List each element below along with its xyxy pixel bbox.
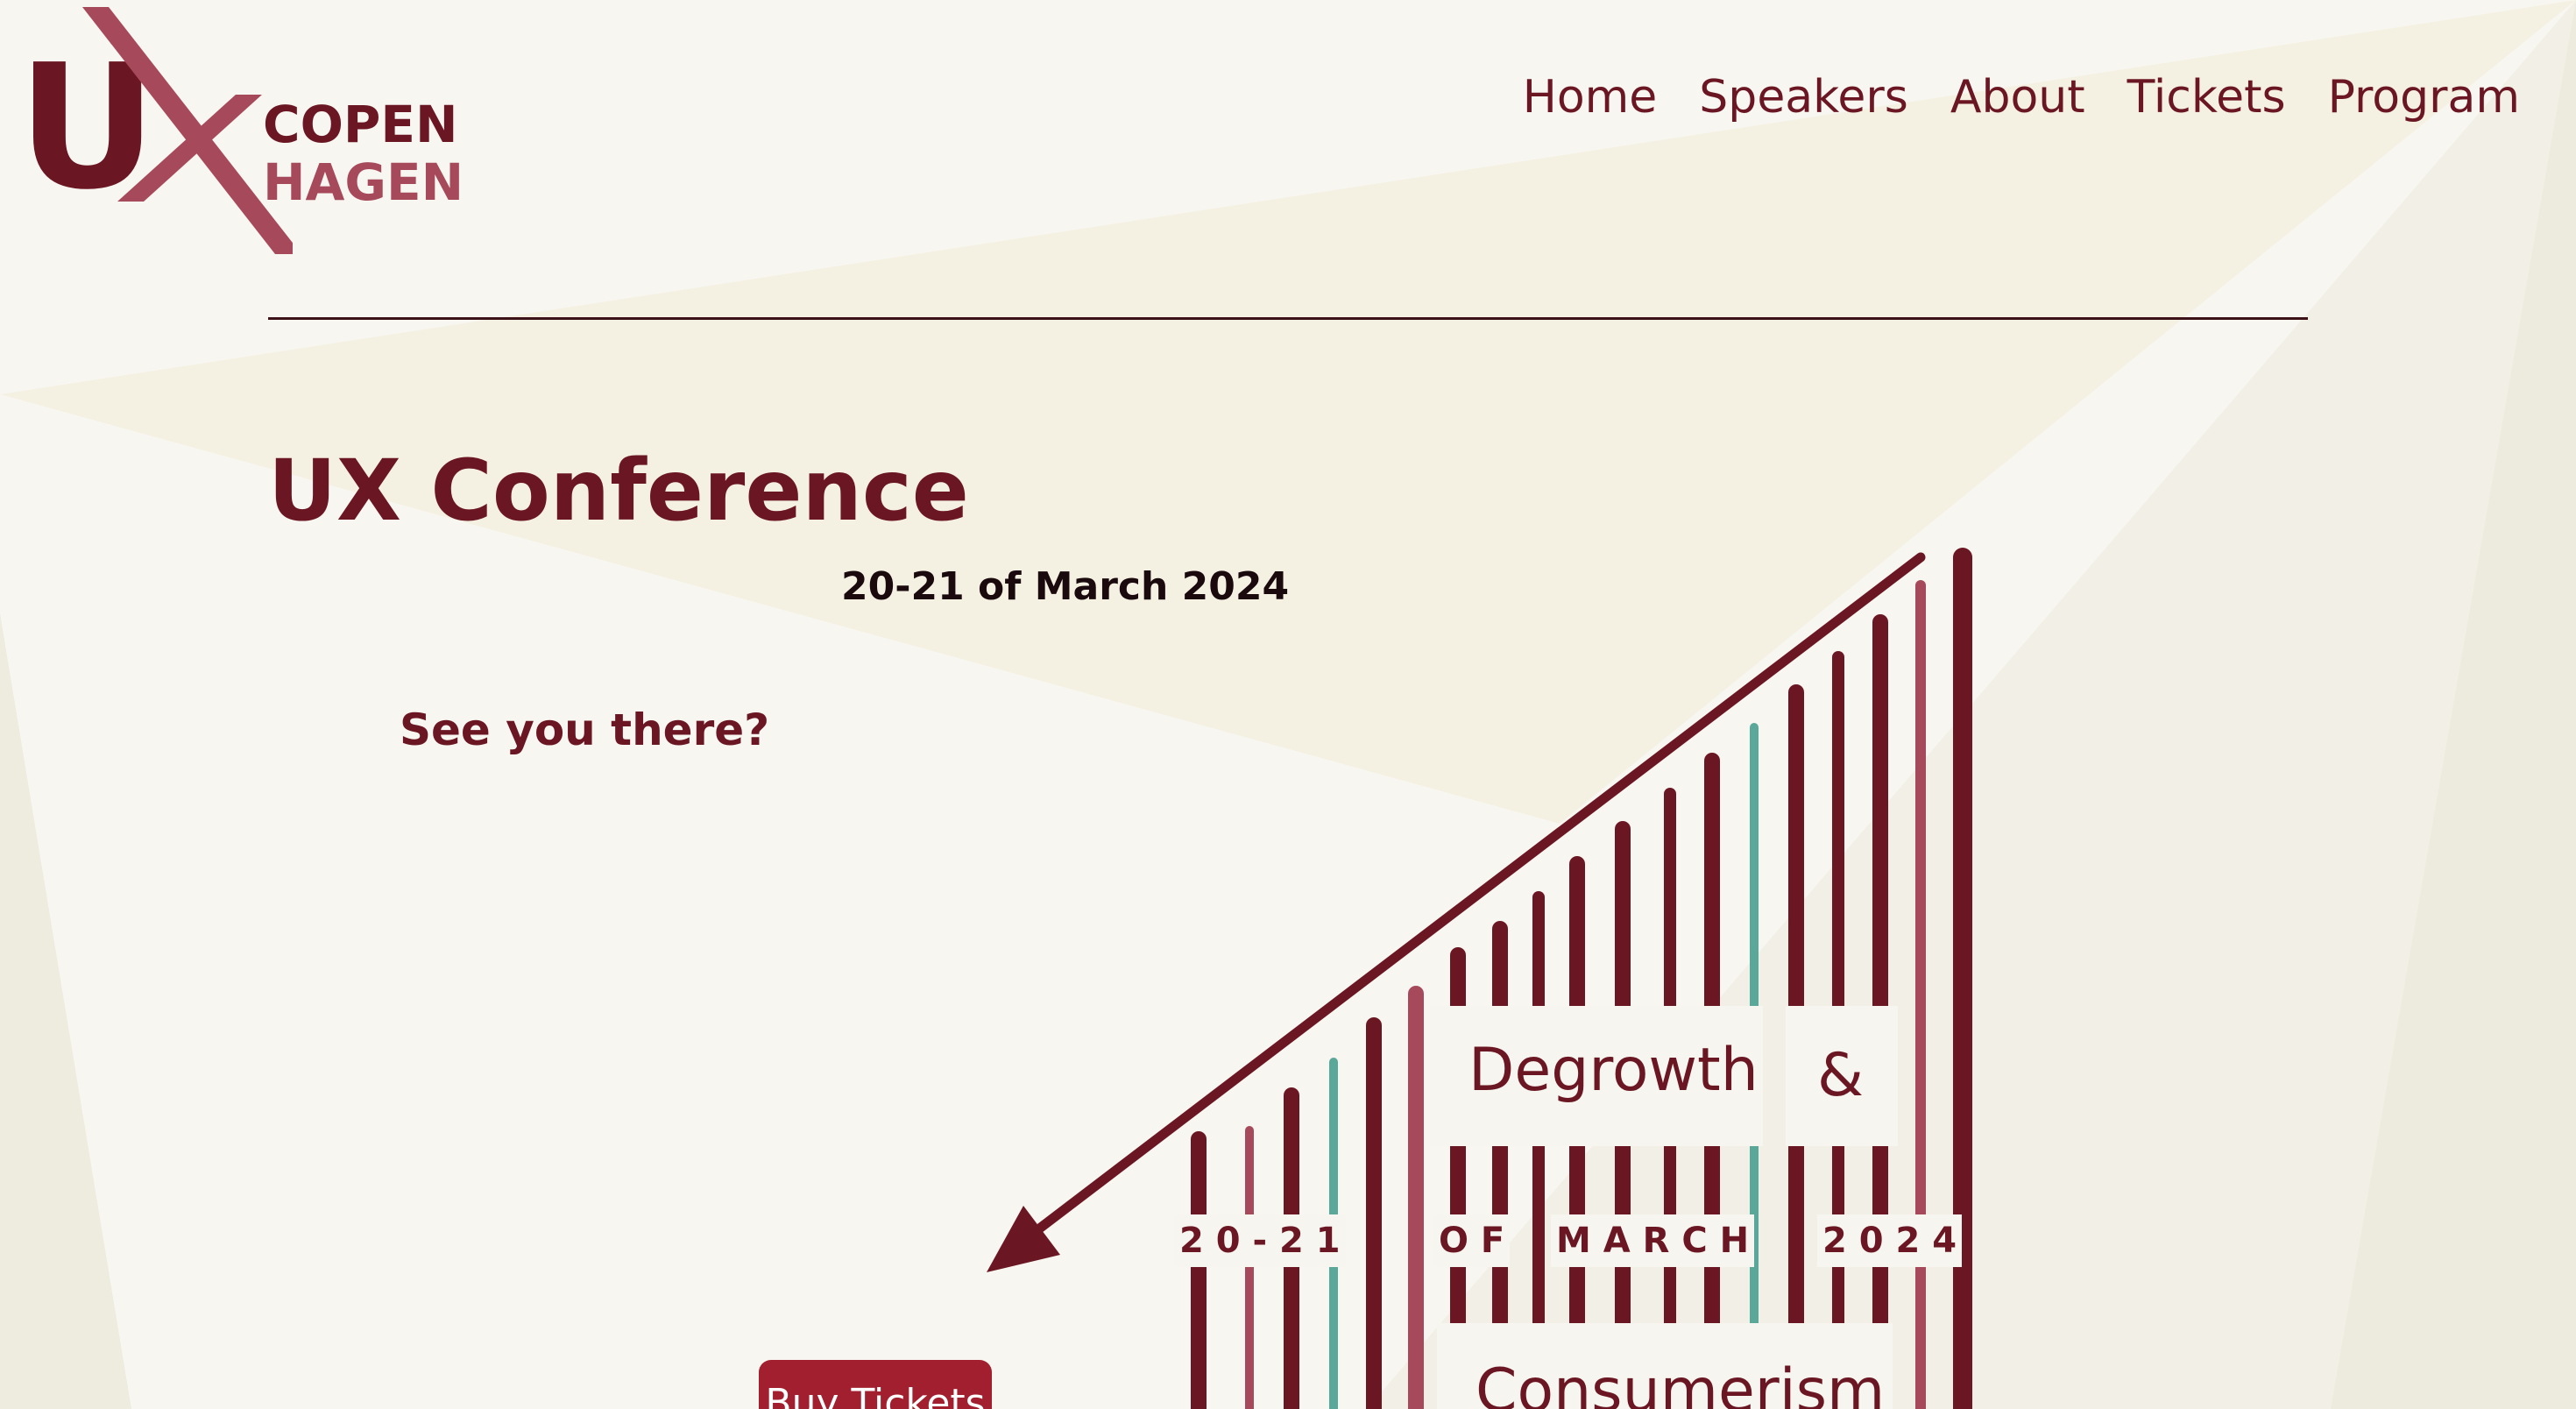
poster-date-of: O F xyxy=(1433,1214,1511,1267)
poster-word-degrowth: Degrowth xyxy=(1468,1036,1759,1105)
buy-tickets-button[interactable]: Buy Tickets xyxy=(759,1360,992,1409)
poster-graphic xyxy=(987,548,1972,1409)
poster-date-month: M A R C H xyxy=(1551,1214,1755,1267)
page: U COPEN HAGEN Home Speakers About Ticket… xyxy=(0,0,2576,1409)
poster-bars xyxy=(1191,548,1972,1409)
poster-label-ampersand: & xyxy=(1786,1006,1898,1146)
poster-date-days: 2 0 - 2 1 xyxy=(1174,1214,1346,1267)
poster-date-strip: 2 0 - 2 1 O F M A R C H 2 0 2 4 xyxy=(1174,1214,1989,1271)
poster-date-year: 2 0 2 4 xyxy=(1817,1214,1963,1267)
poster-label-consumerism: Consumerism xyxy=(1437,1323,1893,1409)
poster-word-consumerism: Consumerism xyxy=(1476,1356,1886,1409)
poster-word-ampersand: & xyxy=(1817,1041,1865,1110)
poster-label-degrowth: Degrowth xyxy=(1430,1006,1763,1146)
